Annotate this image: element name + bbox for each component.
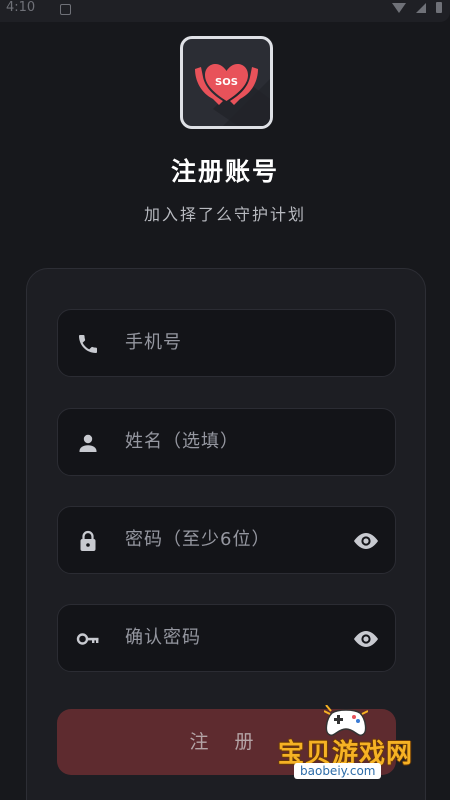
eye-icon[interactable] <box>351 627 381 651</box>
watermark-url: baobeiy.com <box>294 763 382 779</box>
page-subtitle: 加入择了么守护计划 <box>143 205 306 224</box>
name-placeholder: 姓名（选填） <box>125 431 239 452</box>
register-screen: 4:10 SOS 注册账号 加入择了么守护计划 手机号 姓名（选填） 密码（至少… <box>0 0 450 800</box>
lock-icon <box>80 530 96 551</box>
page-title: 注册账号 <box>170 157 279 186</box>
battery-icon <box>436 2 442 13</box>
notification-icon <box>60 4 71 15</box>
app-logo: SOS <box>180 36 273 129</box>
signal-icon <box>416 2 426 13</box>
status-time: 4:10 <box>6 0 36 15</box>
confirm-password-field[interactable]: 确认密码 <box>57 604 396 672</box>
name-field[interactable]: 姓名（选填） <box>57 408 396 476</box>
logo-text: SOS <box>215 77 238 88</box>
password-placeholder: 密码（至少6位） <box>125 529 271 550</box>
status-icons <box>392 2 442 13</box>
person-icon <box>79 434 97 452</box>
phone-icon <box>79 335 97 353</box>
wifi-icon <box>392 2 406 13</box>
key-icon <box>76 633 99 645</box>
sos-hands-heart-icon: SOS <box>195 64 270 126</box>
status-bar: 4:10 <box>0 0 450 22</box>
password-field[interactable]: 密码（至少6位） <box>57 506 396 574</box>
phone-field[interactable]: 手机号 <box>57 309 396 377</box>
phone-placeholder: 手机号 <box>125 332 182 353</box>
confirm-password-placeholder: 确认密码 <box>125 627 201 648</box>
watermark: 宝贝游戏网 baobeiy.com <box>272 703 447 793</box>
eye-icon[interactable] <box>351 529 381 553</box>
